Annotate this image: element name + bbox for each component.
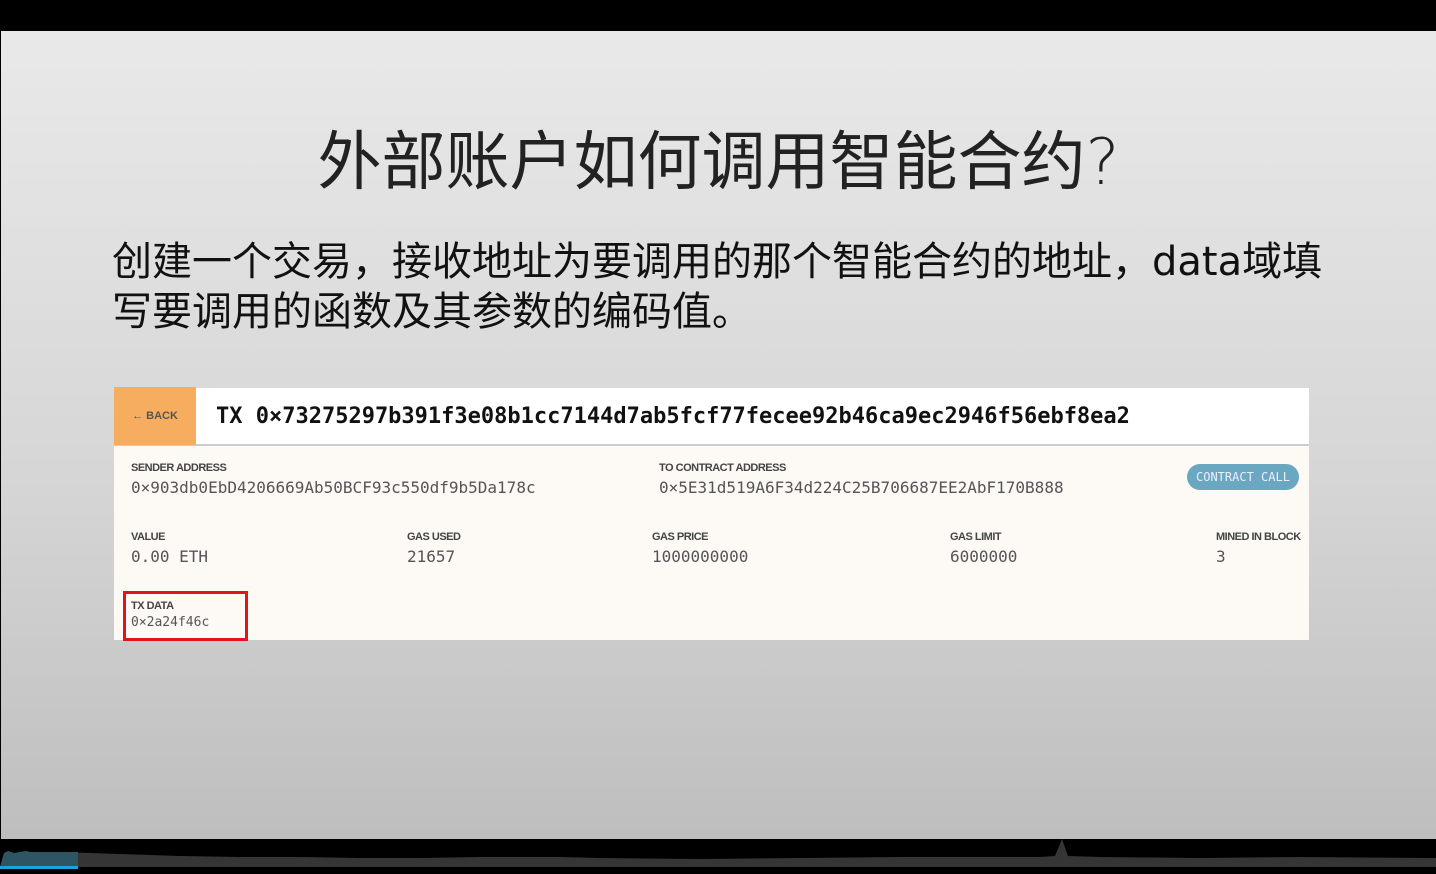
slide-title: 外部账户如何调用智能合约?: [317, 126, 1120, 200]
video-progress-bar[interactable]: [0, 839, 1436, 870]
to-value: 0×5E31d519A6F34d224C25B706687EE2AbF170B8…: [659, 478, 1064, 497]
slide: 外部账户如何调用智能合约? 创建一个交易，接收地址为要调用的那个智能合约的地址，…: [1, 31, 1436, 839]
gas-used-value: 21657: [407, 547, 456, 566]
block-value: 3: [1216, 547, 1226, 566]
sender-field: SENDER ADDRESS 0×903db0EbD4206669Ab50BCF…: [131, 462, 536, 497]
gas-price-value: 1000000000: [652, 547, 749, 566]
to-field: TO CONTRACT ADDRESS 0×5E31d519A6F34d224C…: [659, 462, 1064, 497]
gas-limit-value: 6000000: [950, 547, 1018, 566]
transaction-header: ← BACK TX 0×73275297b391f3e08b1cc7144d7a…: [114, 387, 1309, 446]
transaction-card: ← BACK TX 0×73275297b391f3e08b1cc7144d7a…: [114, 387, 1309, 641]
highlight-box: [123, 591, 248, 641]
sender-label: SENDER ADDRESS: [131, 462, 227, 474]
gas-limit-label: GAS LIMIT: [950, 531, 1002, 543]
sender-value: 0×903db0EbD4206669Ab50BCF93c550df9b5Da17…: [131, 478, 536, 497]
heatmap: [0, 839, 1436, 867]
gas-limit-field: GAS LIMIT 6000000: [950, 531, 1017, 566]
block-label: MINED IN BLOCK: [1216, 531, 1301, 543]
gas-price-label: GAS PRICE: [652, 531, 709, 543]
to-label: TO CONTRACT ADDRESS: [659, 462, 786, 474]
value-value: 0.00 ETH: [131, 547, 209, 566]
gas-used-field: GAS USED 21657: [407, 531, 461, 566]
contract-call-badge: CONTRACT CALL: [1187, 464, 1299, 490]
value-label: VALUE: [131, 531, 165, 543]
slide-body: 创建一个交易，接收地址为要调用的那个智能合约的地址，data域填写要调用的函数及…: [112, 239, 1323, 335]
block-field: MINED IN BLOCK 3: [1216, 531, 1301, 566]
progress-fill: [0, 866, 78, 869]
back-button[interactable]: ← BACK: [114, 387, 196, 445]
gas-used-label: GAS USED: [407, 531, 461, 543]
tx-hash: TX 0×73275297b391f3e08b1cc7144d7ab5fcf77…: [216, 403, 1130, 429]
value-field: VALUE 0.00 ETH: [131, 531, 208, 566]
gas-price-field: GAS PRICE 1000000000: [652, 531, 748, 566]
